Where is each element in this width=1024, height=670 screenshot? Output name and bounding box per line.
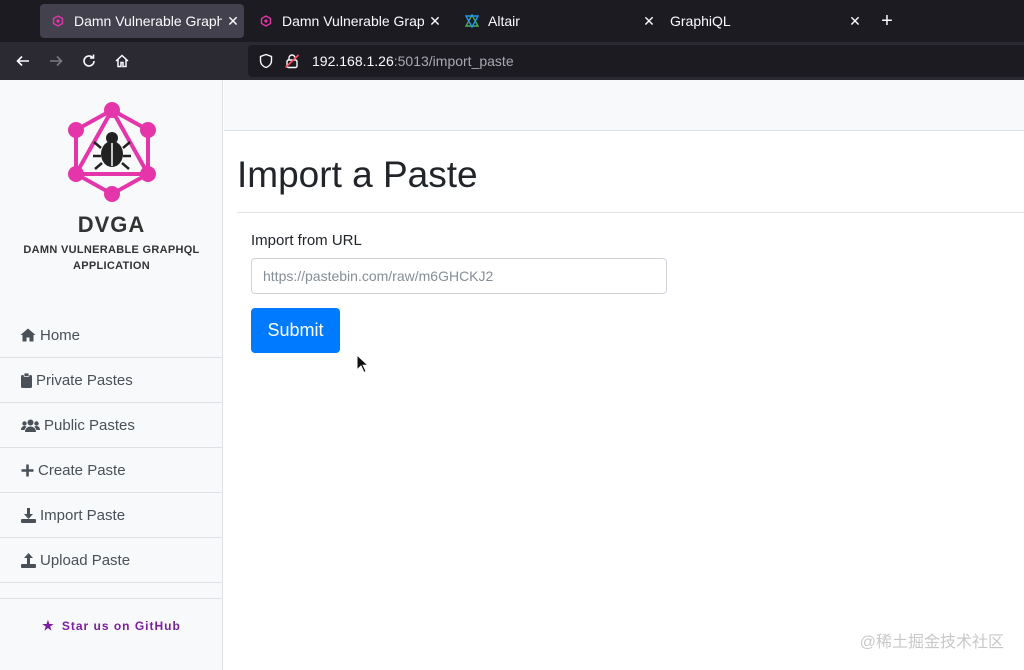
brand-subtitle-line: DAMN VULNERABLE GRAPHQL	[23, 244, 200, 256]
brand-subtitle-line: APPLICATION	[72, 260, 151, 272]
brand-subtitle: DAMN VULNERABLE GRAPHQL APPLICATION	[0, 242, 223, 274]
sidebar-divider	[0, 598, 222, 599]
upload-icon	[20, 552, 36, 568]
back-arrow-icon[interactable]	[9, 47, 37, 75]
tab-dvga[interactable]: Damn Vulnerable GraphQ ✕	[248, 4, 446, 38]
browser-nav-bar: 192.168.1.26:5013/import_paste	[0, 42, 1024, 80]
clipboard-icon	[20, 372, 32, 388]
tab-title: GraphiQL	[670, 13, 731, 29]
sidebar: DVGA DAMN VULNERABLE GRAPHQL APPLICATION…	[0, 80, 223, 670]
top-navbar	[224, 80, 1024, 131]
sidebar-item-label: Public Pastes	[44, 416, 135, 434]
tab-dvga-active[interactable]: Damn Vulnerable GraphQ ✕	[40, 4, 244, 38]
forward-arrow-icon[interactable]	[42, 47, 70, 75]
dvga-logo-icon	[68, 102, 156, 202]
sidebar-item-public-pastes[interactable]: Public Pastes	[0, 403, 222, 448]
new-tab-button[interactable]: +	[874, 8, 900, 34]
url-host: 192.168.1.26	[312, 53, 394, 69]
close-icon[interactable]: ✕	[222, 13, 244, 30]
reload-icon[interactable]	[75, 47, 103, 75]
address-bar[interactable]: 192.168.1.26:5013/import_paste	[248, 45, 1024, 77]
url-text[interactable]: 192.168.1.26:5013/import_paste	[312, 53, 514, 69]
submit-button[interactable]: Submit	[251, 308, 340, 353]
tab-title: Damn Vulnerable GraphQ	[282, 13, 424, 29]
title-divider	[237, 212, 1024, 213]
sidebar-item-create-paste[interactable]: Create Paste	[0, 448, 222, 493]
watermark: @稀土掘金技术社区	[859, 634, 1004, 651]
tab-title: Altair	[488, 13, 520, 29]
sidebar-item-upload-paste[interactable]: Upload Paste	[0, 538, 222, 583]
insecure-lock-icon[interactable]	[282, 51, 302, 71]
browser-tab-bar: Damn Vulnerable GraphQ ✕ Damn Vulnerable…	[0, 0, 1024, 42]
close-icon[interactable]: ✕	[424, 13, 446, 30]
graphql-favicon-icon	[50, 13, 66, 29]
close-icon[interactable]: ✕	[844, 13, 866, 30]
mouse-cursor-icon	[356, 354, 370, 374]
graphql-favicon-icon	[258, 13, 274, 29]
url-path: :5013/import_paste	[393, 53, 514, 69]
download-icon	[20, 507, 36, 523]
import-url-input[interactable]	[251, 258, 667, 294]
page-title: Import a Paste	[237, 154, 478, 195]
github-star-link[interactable]: ★ Star us on GitHub	[0, 618, 223, 634]
sidebar-item-label: Upload Paste	[40, 551, 131, 569]
sidebar-item-label: Private Pastes	[36, 371, 133, 389]
sidebar-menu: Home Private Pastes Public Pastes Create…	[0, 313, 222, 583]
tab-graphiql[interactable]: GraphiQL ✕	[660, 4, 866, 38]
sidebar-item-import-paste[interactable]: Import Paste	[0, 493, 222, 538]
tab-altair[interactable]: Altair ✕	[454, 4, 660, 38]
users-icon	[20, 417, 40, 433]
sidebar-item-private-pastes[interactable]: Private Pastes	[0, 358, 222, 403]
sidebar-item-label: Home	[40, 326, 81, 344]
altair-favicon-icon	[464, 13, 480, 29]
star-icon: ★	[42, 618, 55, 633]
plus-icon	[20, 462, 34, 478]
github-link-label: Star us on GitHub	[61, 619, 181, 633]
home-icon	[20, 327, 36, 343]
home-icon[interactable]	[108, 47, 136, 75]
sidebar-item-label: Create Paste	[38, 461, 126, 479]
tab-title: Damn Vulnerable GraphQ	[74, 13, 222, 29]
shield-icon[interactable]	[256, 51, 276, 71]
sidebar-item-home[interactable]: Home	[0, 313, 222, 358]
import-url-label: Import from URL	[251, 232, 362, 249]
close-icon[interactable]: ✕	[638, 13, 660, 30]
brand-title: DVGA	[77, 212, 146, 237]
sidebar-item-label: Import Paste	[40, 506, 126, 524]
